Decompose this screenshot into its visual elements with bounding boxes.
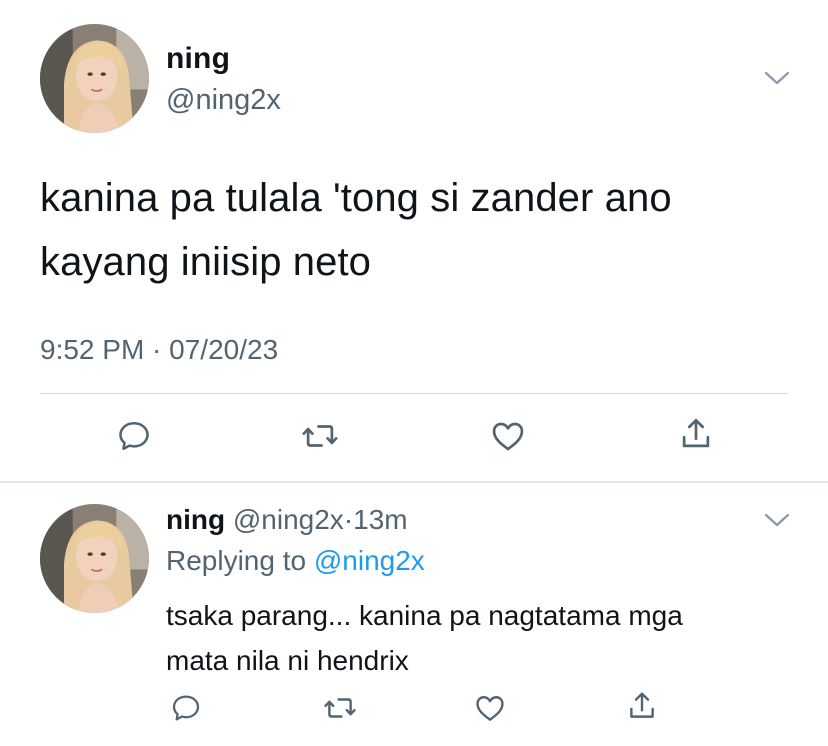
- retweet-icon: [302, 425, 338, 447]
- tweet-text-line: kayang iniisip neto: [40, 240, 372, 284]
- avatar[interactable]: [40, 504, 149, 613]
- avatar-photo: [40, 24, 149, 133]
- heart-icon: [492, 422, 524, 451]
- retweet-button[interactable]: [320, 688, 360, 728]
- share-button[interactable]: [676, 414, 716, 454]
- reply-text-line: mata nila ni hendrix: [166, 645, 409, 676]
- retweet-icon: [324, 698, 356, 718]
- heart-icon: [476, 696, 504, 721]
- reply-text: tsaka parang... kanina pa nagtatama mga …: [166, 593, 806, 683]
- avatar-photo: [40, 504, 149, 613]
- tweet-separator: [0, 481, 828, 483]
- chevron-down-icon[interactable]: [764, 512, 790, 528]
- avatar[interactable]: [40, 24, 149, 133]
- display-name[interactable]: ning: [166, 42, 230, 76]
- like-button[interactable]: [488, 416, 528, 456]
- comment-bubble-icon: [172, 695, 200, 721]
- tweet-text: kanina pa tulala 'tong si zander ano kay…: [40, 166, 800, 294]
- replying-to-handle[interactable]: @ning2x: [314, 545, 425, 576]
- replying-to-label: Replying to: [166, 545, 307, 576]
- separator: ·: [343, 504, 354, 535]
- reply-button[interactable]: [166, 688, 206, 728]
- divider: [40, 393, 788, 394]
- chevron-down-icon[interactable]: [764, 70, 790, 86]
- share-button[interactable]: [622, 686, 662, 726]
- reply-header: ning @ning2x·13m: [166, 504, 408, 536]
- replying-to: Replying to @ning2x: [166, 545, 425, 577]
- tweet-text-line: kanina pa tulala 'tong si zander ano: [40, 176, 672, 220]
- share-icon: [682, 418, 710, 448]
- main-tweet: ning @ning2x kanina pa tulala 'tong si z…: [0, 0, 828, 480]
- time-ago[interactable]: 13m: [353, 504, 407, 535]
- comment-bubble-icon: [119, 421, 149, 451]
- share-icon: [630, 692, 654, 718]
- user-handle[interactable]: @ning2x: [233, 504, 344, 535]
- tweet-timestamp[interactable]: 9:52 PM · 07/20/23: [40, 334, 278, 366]
- like-button[interactable]: [470, 688, 510, 728]
- reply-button[interactable]: [114, 416, 154, 456]
- display-name[interactable]: ning: [166, 504, 225, 535]
- reply-text-line: tsaka parang... kanina pa nagtatama mga: [166, 600, 683, 631]
- retweet-button[interactable]: [300, 416, 340, 456]
- user-handle[interactable]: @ning2x: [166, 84, 281, 117]
